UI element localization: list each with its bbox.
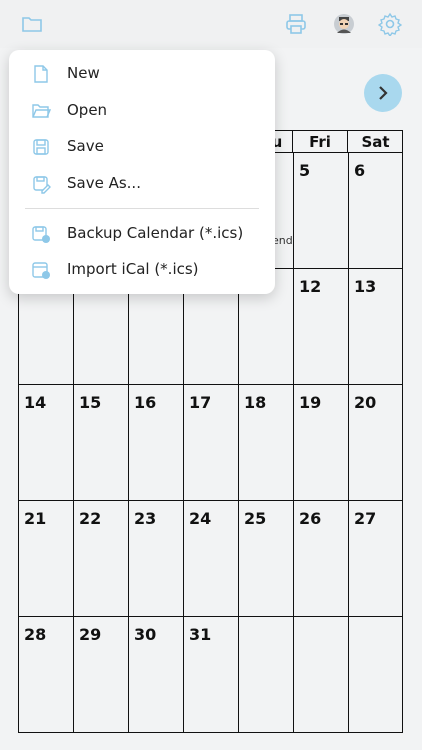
day-cell-18[interactable]: 18 (239, 385, 294, 501)
day-cell[interactable] (239, 617, 294, 732)
new-file-icon (34, 65, 48, 83)
day-number: 17 (189, 393, 212, 412)
day-cell-22[interactable]: 22 (74, 501, 129, 617)
print-icon[interactable] (284, 12, 308, 36)
day-number: 14 (24, 393, 47, 412)
day-cell-31[interactable]: 31 (184, 617, 239, 732)
folder-icon[interactable] (20, 12, 44, 36)
day-number: 18 (244, 393, 267, 412)
day-number: 16 (134, 393, 157, 412)
day-cell-5[interactable]: 5 (294, 153, 349, 269)
day-number: 30 (134, 625, 157, 644)
day-cell-24[interactable]: 24 (184, 501, 239, 617)
day-cell-29[interactable]: 29 (74, 617, 129, 732)
save-as-icon (33, 176, 51, 194)
menu-item-label: Backup Calendar (*.ics) (67, 224, 244, 242)
day-number: 5 (299, 161, 311, 180)
day-cell[interactable] (349, 617, 403, 732)
day-cell-16[interactable]: 16 (129, 385, 184, 501)
menu-item-label: New (67, 64, 100, 82)
day-number: 19 (299, 393, 322, 412)
day-number: 22 (79, 509, 102, 528)
next-month-button[interactable] (364, 74, 402, 112)
day-number: 6 (354, 161, 366, 180)
day-cell-30[interactable]: 30 (129, 617, 184, 732)
day-cell[interactable] (294, 617, 349, 732)
menu-item-label: Open (67, 101, 108, 119)
menu-item-save[interactable]: Save (9, 130, 275, 164)
menu-item-label: Save As... (67, 174, 141, 192)
menu-item-label: Save (67, 137, 104, 155)
menu-item-backup-calendar[interactable]: Backup Calendar (*.ics) (9, 217, 275, 251)
day-number: 12 (299, 277, 322, 296)
import-calendar-icon (32, 262, 50, 279)
day-cell-26[interactable]: 26 (294, 501, 349, 617)
day-number: 26 (299, 509, 322, 528)
avatar[interactable] (332, 12, 356, 36)
day-cell-17[interactable]: 17 (184, 385, 239, 501)
day-cell-14[interactable]: 14 (19, 385, 74, 501)
day-number: 15 (79, 393, 102, 412)
day-number: 31 (189, 625, 212, 644)
day-number: 24 (189, 509, 212, 528)
chevron-right-icon (379, 86, 388, 100)
day-number: 28 (24, 625, 47, 644)
day-cell-27[interactable]: 27 (349, 501, 403, 617)
day-cell-25[interactable]: 25 (239, 501, 294, 617)
day-cell-19[interactable]: 19 (294, 385, 349, 501)
day-number: 13 (354, 277, 377, 296)
menu-item-open[interactable]: Open (9, 94, 275, 128)
menu-item-save-as[interactable]: Save As... (9, 167, 275, 201)
day-number: 27 (354, 509, 377, 528)
backup-calendar-icon (32, 226, 50, 243)
weekday-header-fri: Fri (293, 131, 348, 153)
day-number: 23 (134, 509, 157, 528)
gear-icon[interactable] (378, 12, 402, 36)
menu-item-new[interactable]: New (9, 57, 275, 91)
day-number: 25 (244, 509, 267, 528)
save-icon (33, 139, 49, 155)
day-number: 21 (24, 509, 47, 528)
top-toolbar (0, 0, 422, 48)
weekday-header-sat: Sat (348, 131, 403, 153)
day-cell-21[interactable]: 21 (19, 501, 74, 617)
day-cell-12[interactable]: 12 (294, 269, 349, 385)
day-number: 20 (354, 393, 377, 412)
day-cell-20[interactable]: 20 (349, 385, 403, 501)
day-cell-6[interactable]: 6 (349, 153, 403, 269)
day-cell-23[interactable]: 23 (129, 501, 184, 617)
file-menu: New Open Save Save As... Backup Calendar (9, 50, 275, 294)
menu-item-label: Import iCal (*.ics) (67, 260, 199, 278)
menu-divider (25, 208, 259, 209)
event-label[interactable]: end (272, 234, 293, 247)
day-cell-15[interactable]: 15 (74, 385, 129, 501)
day-cell-13[interactable]: 13 (349, 269, 403, 385)
day-cell-28[interactable]: 28 (19, 617, 74, 732)
menu-item-import-ical[interactable]: Import iCal (*.ics) (9, 253, 275, 287)
day-number: 29 (79, 625, 102, 644)
folder-open-icon (32, 104, 51, 118)
